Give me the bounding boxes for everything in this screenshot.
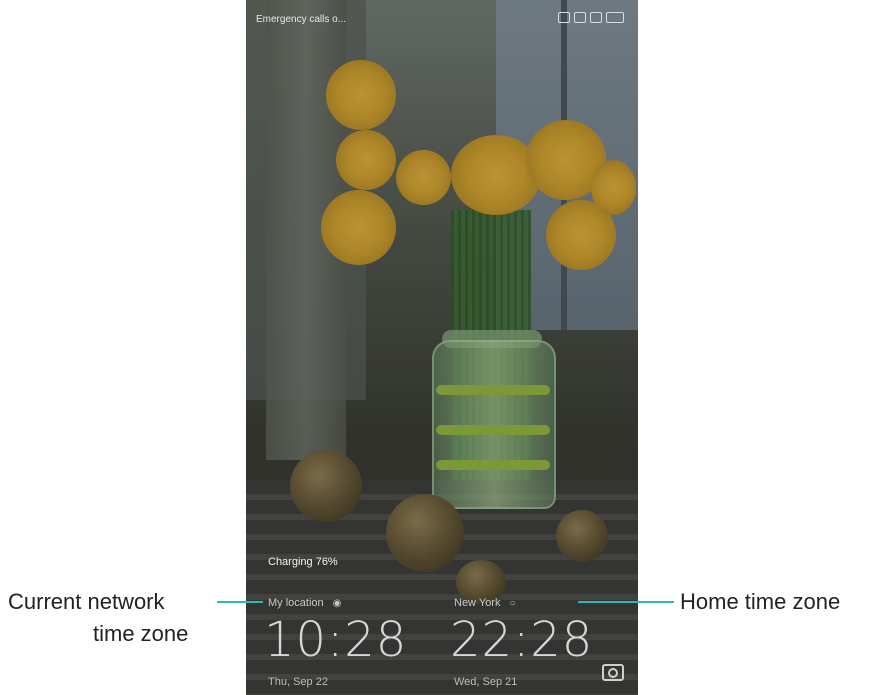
- clock-date-local: Thu, Sep 22: [268, 676, 328, 688]
- signal-icon: [574, 12, 586, 23]
- lock-screen: Emergency calls o... Charging 76% My loc…: [246, 0, 638, 695]
- clock-date-home: Wed, Sep 21: [454, 676, 518, 688]
- location-icon: ◉: [332, 598, 342, 609]
- sim-icon: [590, 12, 602, 23]
- dim-overlay: [246, 0, 638, 695]
- camera-icon[interactable]: [602, 664, 624, 681]
- clock-time-home: 22:28: [450, 612, 594, 668]
- annotation-current-network-line2: time zone: [93, 621, 189, 646]
- globe-icon: ○: [509, 598, 516, 609]
- alarm-icon: [558, 12, 570, 23]
- annotation-current-network-line1: Current network: [8, 589, 165, 614]
- clock-label-local: My location ◉: [268, 597, 342, 609]
- clock-label-home: New York ○: [454, 597, 516, 609]
- battery-icon: [606, 12, 624, 23]
- annotation-line-right: [578, 601, 674, 603]
- annotation-line-left: [217, 601, 263, 603]
- emergency-calls-text: Emergency calls o...: [256, 14, 347, 25]
- status-icons: [558, 12, 624, 23]
- charging-status: Charging 76%: [268, 556, 338, 568]
- clock-time-local: 10:28: [264, 612, 408, 668]
- annotation-home-time-zone: Home time zone: [680, 589, 841, 614]
